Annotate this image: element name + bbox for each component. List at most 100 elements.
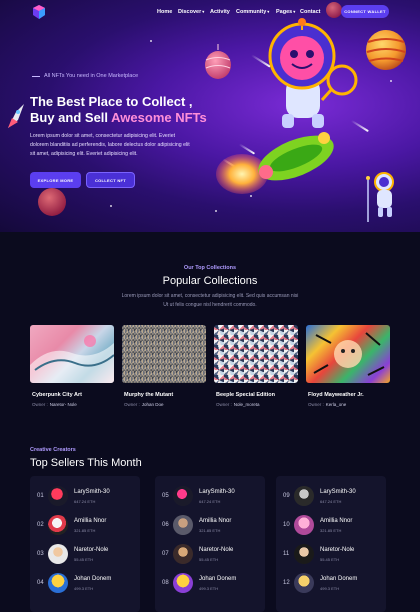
sellers-column: 05 LarySmith-30 647.24 ETH 06 Amillia Nn…: [155, 476, 265, 612]
seller-rank: 07: [162, 551, 169, 557]
seller-row[interactable]: 11 Naretor-Nole 55.45 ETH: [276, 544, 386, 566]
star: [215, 210, 217, 212]
nav-activity[interactable]: Activity: [210, 9, 230, 15]
avatar[interactable]: [173, 573, 193, 593]
seller-eth: 647.24 ETH: [74, 499, 96, 504]
nav-contact[interactable]: Contact: [300, 9, 320, 15]
collection-owner: Owner : Kerla_one: [308, 402, 346, 407]
seller-eth: 499.3 ETH: [199, 586, 219, 591]
rocket-icon: [8, 104, 24, 128]
collections-subtitle: Our Top Collections: [183, 265, 237, 271]
collect-nft-button[interactable]: COLLECT NFT: [86, 172, 135, 188]
avatar[interactable]: [294, 573, 314, 593]
collection-card[interactable]: Cyberpunk City Art Owner : Naretor- Nole: [30, 325, 114, 413]
seller-name[interactable]: Amillia Nnor: [320, 518, 352, 524]
seller-rank: 12: [283, 580, 290, 586]
collection-owner: Owner : Naretor- Nole: [32, 402, 77, 407]
nav-pages[interactable]: Pages▾: [276, 9, 295, 15]
seller-rank: 04: [37, 580, 44, 586]
seller-name[interactable]: Johan Donem: [320, 576, 357, 582]
owner-name[interactable]: Kerla_one: [326, 402, 347, 407]
explore-more-button[interactable]: EXPLORE MORE: [30, 172, 81, 188]
collection-thumbnail[interactable]: [122, 325, 206, 383]
seller-eth: 321.85 ETH: [74, 528, 96, 533]
collection-owner: Owner : Johan Doe: [124, 402, 164, 407]
collection-thumbnail[interactable]: [30, 325, 114, 383]
owner-name[interactable]: Nole_moreta: [234, 402, 260, 407]
avatar[interactable]: [173, 486, 193, 506]
light-streak: [300, 27, 316, 38]
seller-name[interactable]: Naretor-Nole: [199, 547, 233, 553]
seller-rank: 05: [162, 493, 169, 499]
seller-rank: 11: [283, 551, 290, 557]
avatar[interactable]: [173, 544, 193, 564]
collection-card[interactable]: Beeple Special Edition Owner : Nole_moret…: [214, 325, 298, 413]
seller-row[interactable]: 03 Naretor-Nole 55.45 ETH: [30, 544, 140, 566]
avatar[interactable]: [294, 486, 314, 506]
seller-eth: 55.45 ETH: [199, 557, 219, 562]
seller-row[interactable]: 10 Amillia Nnor 321.85 ETH: [276, 515, 386, 537]
seller-eth: 647.24 ETH: [199, 499, 221, 504]
chevron-down-icon: ▾: [267, 9, 270, 14]
seller-row[interactable]: 05 LarySmith-30 647.24 ETH: [155, 486, 265, 508]
seller-name[interactable]: Amillia Nnor: [199, 518, 231, 524]
seller-row[interactable]: 09 LarySmith-30 647.24 ETH: [276, 486, 386, 508]
seller-row[interactable]: 12 Johan Donem 499.3 ETH: [276, 573, 386, 595]
collection-owner: Owner : Nole_moreta: [216, 402, 260, 407]
avatar[interactable]: [48, 573, 68, 593]
seller-row[interactable]: 04 Johan Donem 499.3 ETH: [30, 573, 140, 595]
chevron-down-icon: ▾: [293, 9, 296, 14]
collections-title: Popular Collections: [162, 275, 258, 287]
connect-wallet-button[interactable]: CONNECT WALLET: [341, 5, 389, 18]
nav-contact-label: Contact: [300, 9, 321, 15]
seller-name[interactable]: LarySmith-30: [199, 489, 235, 495]
small-astronaut: [366, 172, 394, 222]
sellers-title: Top Sellers This Month: [30, 457, 142, 469]
seller-eth: 321.85 ETH: [320, 528, 342, 533]
seller-row[interactable]: 08 Johan Donem 499.3 ETH: [155, 573, 265, 595]
seller-name[interactable]: LarySmith-30: [320, 489, 356, 495]
collection-name[interactable]: Cyberpunk City Art: [32, 392, 82, 398]
seller-row[interactable]: 02 Amillia Nnor 321.85 ETH: [30, 515, 140, 537]
collection-name[interactable]: Beeple Special Edition: [216, 392, 275, 398]
nav-home[interactable]: Home: [157, 9, 172, 15]
seller-name[interactable]: Johan Donem: [199, 576, 236, 582]
avatar[interactable]: [173, 515, 193, 535]
collection-thumbnail[interactable]: [306, 325, 390, 383]
collection-thumbnail[interactable]: [214, 325, 298, 383]
seller-name[interactable]: Naretor-Nole: [74, 547, 108, 553]
seller-row[interactable]: 06 Amillia Nnor 321.85 ETH: [155, 515, 265, 537]
sellers-column: 09 LarySmith-30 647.24 ETH 10 Amillia Nn…: [276, 476, 386, 612]
avatar[interactable]: [294, 515, 314, 535]
collection-name[interactable]: Murphy the Mutant: [124, 392, 173, 398]
owner-name[interactable]: Naretor- Nole: [50, 402, 77, 407]
floyd-art-image: [313, 332, 385, 376]
seller-rank: 06: [162, 522, 169, 528]
light-streak: [222, 158, 236, 168]
seller-rank: 09: [283, 493, 290, 499]
brand-logo-icon[interactable]: [32, 5, 46, 19]
avatar[interactable]: [48, 486, 68, 506]
seller-row[interactable]: 07 Naretor-Nole 55.45 ETH: [155, 544, 265, 566]
light-streak: [251, 54, 271, 68]
collection-card[interactable]: Floyd Mayweather Jr. Owner : Kerla_one: [306, 325, 390, 413]
avatar[interactable]: [294, 544, 314, 564]
collection-card[interactable]: Murphy the Mutant Owner : Johan Doe: [122, 325, 206, 413]
avatar[interactable]: [48, 515, 68, 535]
pink-planet: [205, 44, 231, 79]
hero-title-line2: Buy and Sell: [30, 110, 112, 125]
hero-tagline-text: All NFTs You need in One Marketplace: [44, 73, 139, 79]
light-streak: [238, 143, 256, 155]
avatar[interactable]: [48, 544, 68, 564]
seller-name[interactable]: Amillia Nnor: [74, 518, 106, 524]
seller-name[interactable]: Naretor-Nole: [320, 547, 354, 553]
seller-row[interactable]: 01 LarySmith-30 647.24 ETH: [30, 486, 140, 508]
nav-community[interactable]: Community▾: [236, 9, 269, 15]
nav-discover[interactable]: Discover▾: [178, 9, 204, 15]
collection-name[interactable]: Floyd Mayweather Jr.: [308, 392, 364, 398]
seller-eth: 499.3 ETH: [74, 586, 94, 591]
seller-name[interactable]: Johan Donem: [74, 576, 111, 582]
owner-name[interactable]: Johan Doe: [142, 402, 164, 407]
seller-name[interactable]: LarySmith-30: [74, 489, 110, 495]
seller-rank: 10: [283, 522, 290, 528]
